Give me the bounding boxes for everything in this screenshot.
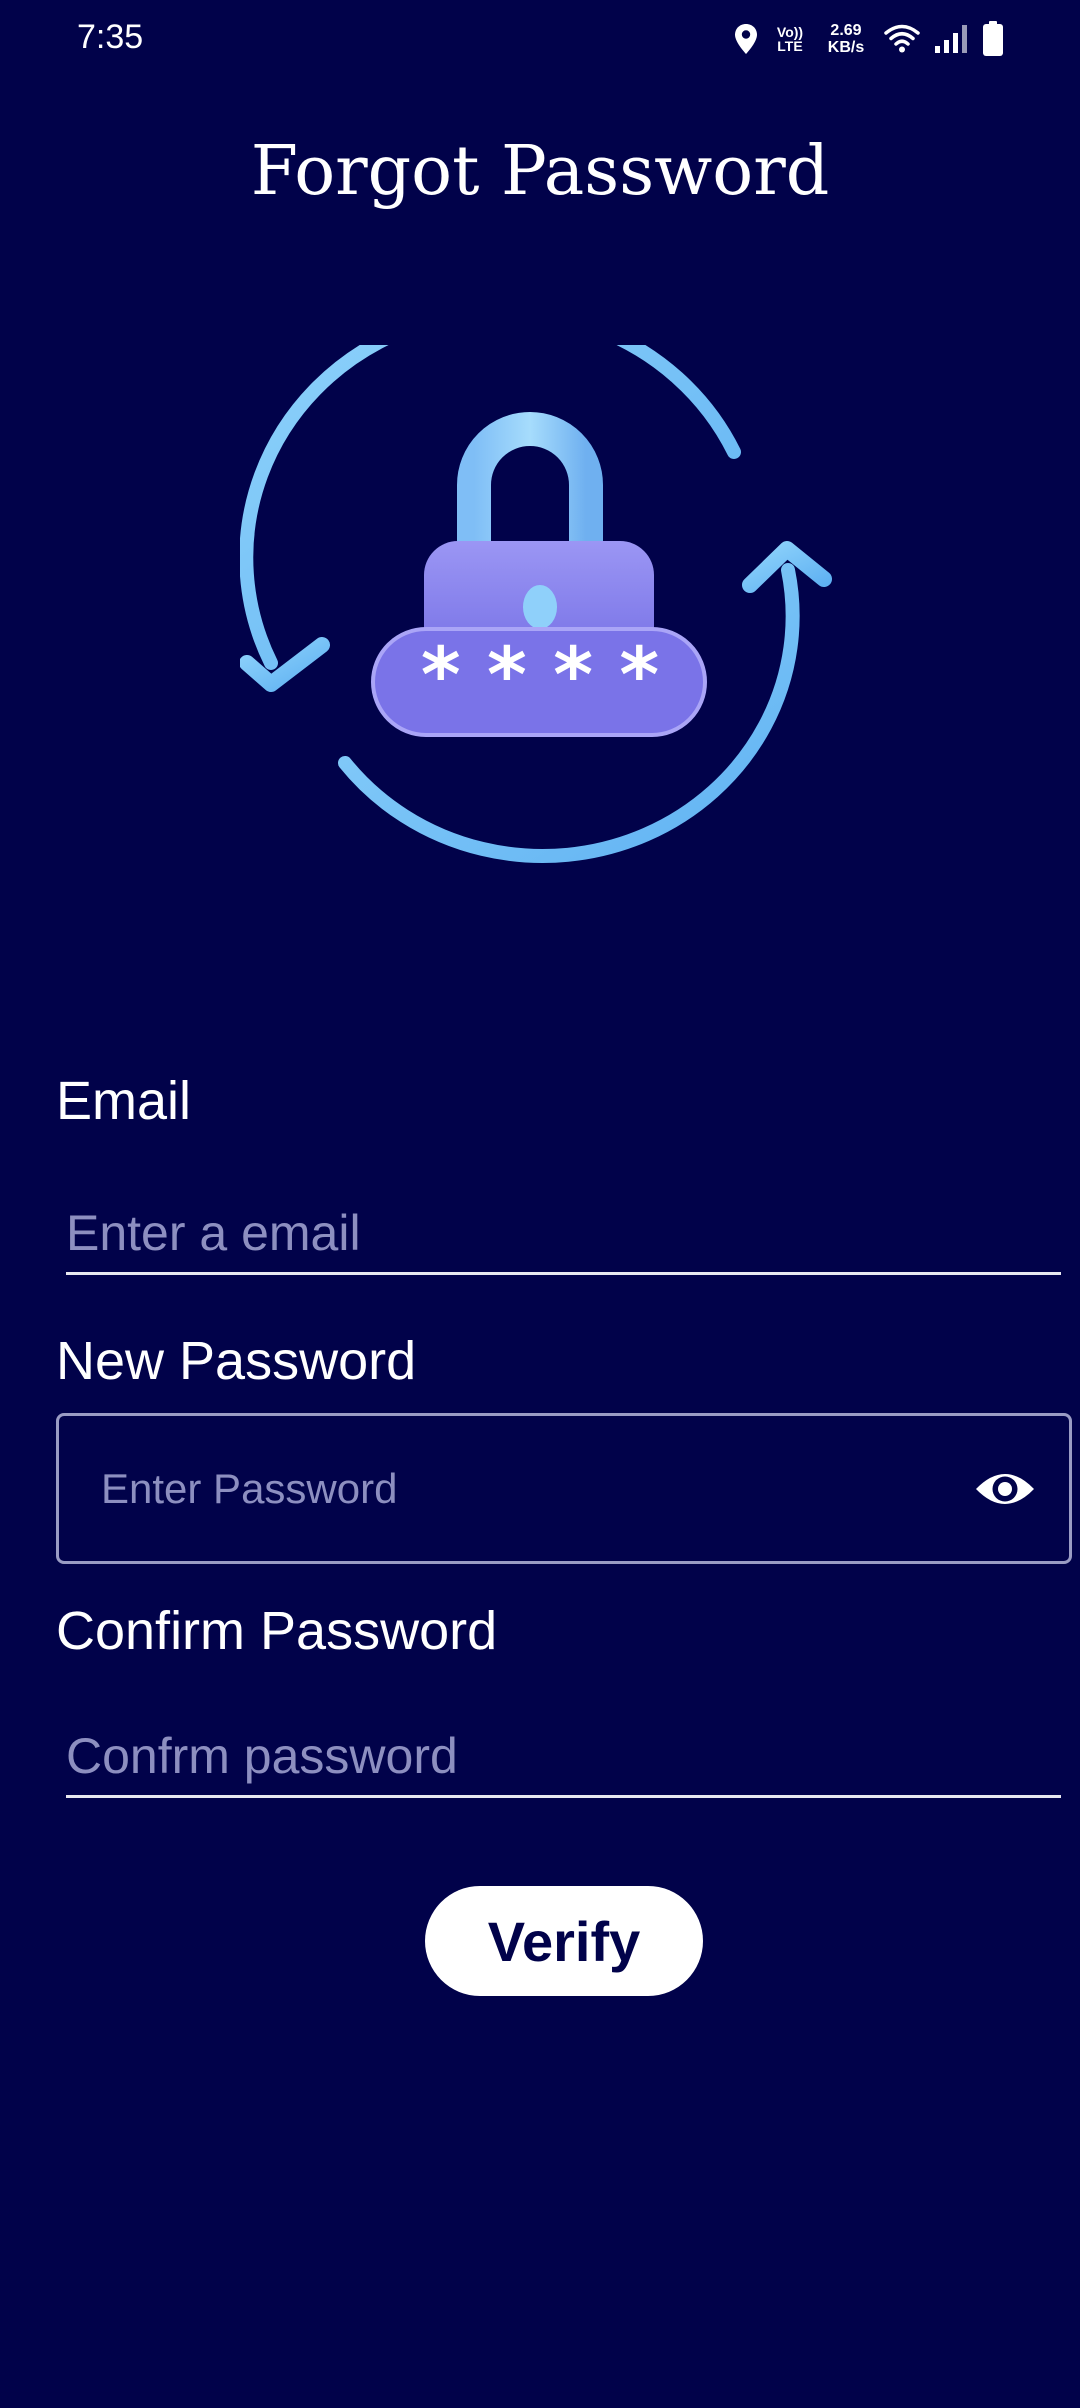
- network-speed-unit: KB/s: [827, 39, 865, 56]
- eye-icon[interactable]: [973, 1457, 1037, 1521]
- network-speed: 2.69 KB/s: [822, 22, 870, 56]
- lock-refresh-illustration: * * * *: [239, 304, 840, 875]
- page-title: Forgot Password: [250, 132, 830, 211]
- location-icon: [734, 23, 758, 55]
- network-speed-value: 2.69: [830, 22, 862, 39]
- email-placeholder: Enter a email: [66, 1205, 361, 1261]
- password-mask: * * * *: [421, 630, 659, 719]
- wifi-icon: [884, 24, 920, 54]
- new-password-placeholder: Enter Password: [101, 1464, 398, 1512]
- battery-icon: [982, 21, 1004, 57]
- confirm-password-field[interactable]: Confrm password: [66, 1718, 1061, 1798]
- email-label: Email: [56, 1071, 192, 1131]
- new-password-label: New Password: [56, 1331, 417, 1391]
- volte-label: Vo)): [776, 24, 804, 40]
- email-field[interactable]: Enter a email: [66, 1195, 1061, 1275]
- verify-button[interactable]: Verify: [425, 1886, 703, 1996]
- confirm-password-placeholder: Confrm password: [66, 1728, 458, 1784]
- new-password-field[interactable]: Enter Password: [56, 1413, 1072, 1564]
- status-time: 7:35: [77, 18, 144, 56]
- status-icons: Vo)) LTE 2.69 KB/s: [734, 18, 1004, 60]
- signal-icon: [934, 24, 968, 54]
- status-bar: 7:35 Vo)) LTE 2.69 KB/s: [0, 0, 1080, 78]
- volte-icon: Vo)) LTE: [772, 25, 808, 53]
- confirm-password-label: Confirm Password: [56, 1601, 498, 1661]
- lte-label: LTE: [777, 38, 803, 54]
